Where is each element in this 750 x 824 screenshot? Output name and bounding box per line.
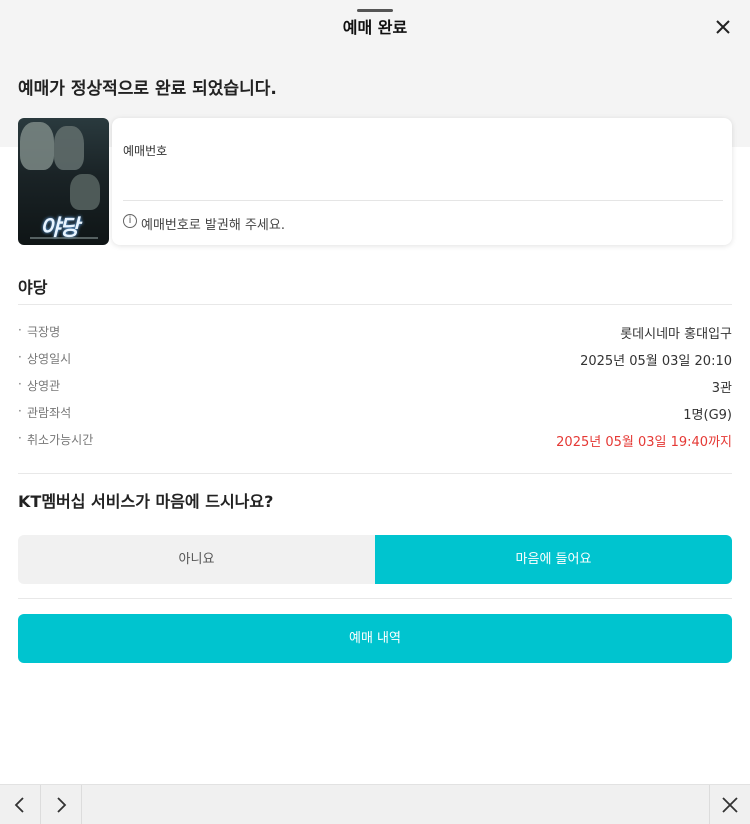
close-icon [722, 797, 738, 813]
detail-label: 상영관 [27, 379, 61, 393]
completion-message: 예매가 정상적으로 완료 되었습니다. [18, 79, 277, 99]
detail-value: 1명(G9) [683, 408, 732, 423]
close-icon [716, 20, 730, 34]
bullet: · [18, 377, 22, 391]
divider [123, 200, 723, 201]
detail-row-theater: · 극장명 롯데시네마 홍대입구 [18, 323, 732, 343]
detail-row-seat: · 관람좌석 1명(G9) [18, 404, 732, 424]
booking-history-button[interactable]: 예매 내역 [18, 614, 732, 663]
poster-figure [70, 174, 100, 210]
page-title: 예매 완료 [342, 18, 408, 37]
detail-label: 극장명 [27, 325, 61, 339]
poster-tagline [30, 237, 98, 239]
drag-handle[interactable] [357, 9, 393, 12]
movie-poster: 야당 [18, 118, 109, 245]
detail-value: 3관 [711, 381, 732, 396]
divider [81, 785, 82, 824]
back-button[interactable] [0, 785, 40, 824]
close-webview-button[interactable] [710, 785, 750, 824]
chevron-left-icon [14, 797, 24, 813]
bullet: · [18, 404, 22, 418]
ticket-note: 예매번호로 발권해 주세요. [141, 218, 285, 233]
close-button[interactable] [710, 14, 736, 40]
bullet: · [18, 431, 22, 445]
divider [18, 473, 732, 474]
detail-label: 상영일시 [27, 352, 72, 366]
info-icon: i [123, 214, 137, 228]
detail-row-cancel-deadline: · 취소가능시간 2025년 05월 03일 19:40까지 [18, 431, 732, 451]
survey-question: KT멤버십 서비스가 마음에 드시나요? [18, 492, 274, 511]
detail-label: 취소가능시간 [27, 433, 94, 447]
poster-figure [20, 122, 54, 170]
detail-value: 2025년 05월 03일 20:10 [580, 354, 732, 369]
poster-figure [54, 126, 84, 170]
movie-title: 야당 [18, 278, 48, 297]
bullet: · [18, 350, 22, 364]
ticket-number-card: 예매번호 i 예매번호로 발권해 주세요. [112, 118, 732, 245]
divider [18, 598, 732, 599]
bullet: · [18, 323, 22, 337]
detail-row-screen: · 상영관 3관 [18, 377, 732, 397]
detail-value: 롯데시네마 홍대입구 [620, 327, 732, 342]
detail-value: 2025년 05월 03일 19:40까지 [556, 435, 732, 450]
ticket-number-label: 예매번호 [123, 144, 168, 158]
divider [18, 304, 732, 305]
survey-yes-button[interactable]: 마음에 들어요 [375, 535, 732, 584]
survey-no-button[interactable]: 아니요 [18, 535, 375, 584]
forward-button[interactable] [41, 785, 81, 824]
chevron-right-icon [57, 797, 67, 813]
detail-label: 관람좌석 [27, 406, 72, 420]
detail-row-showtime: · 상영일시 2025년 05월 03일 20:10 [18, 350, 732, 370]
browser-bottom-bar [0, 784, 750, 824]
